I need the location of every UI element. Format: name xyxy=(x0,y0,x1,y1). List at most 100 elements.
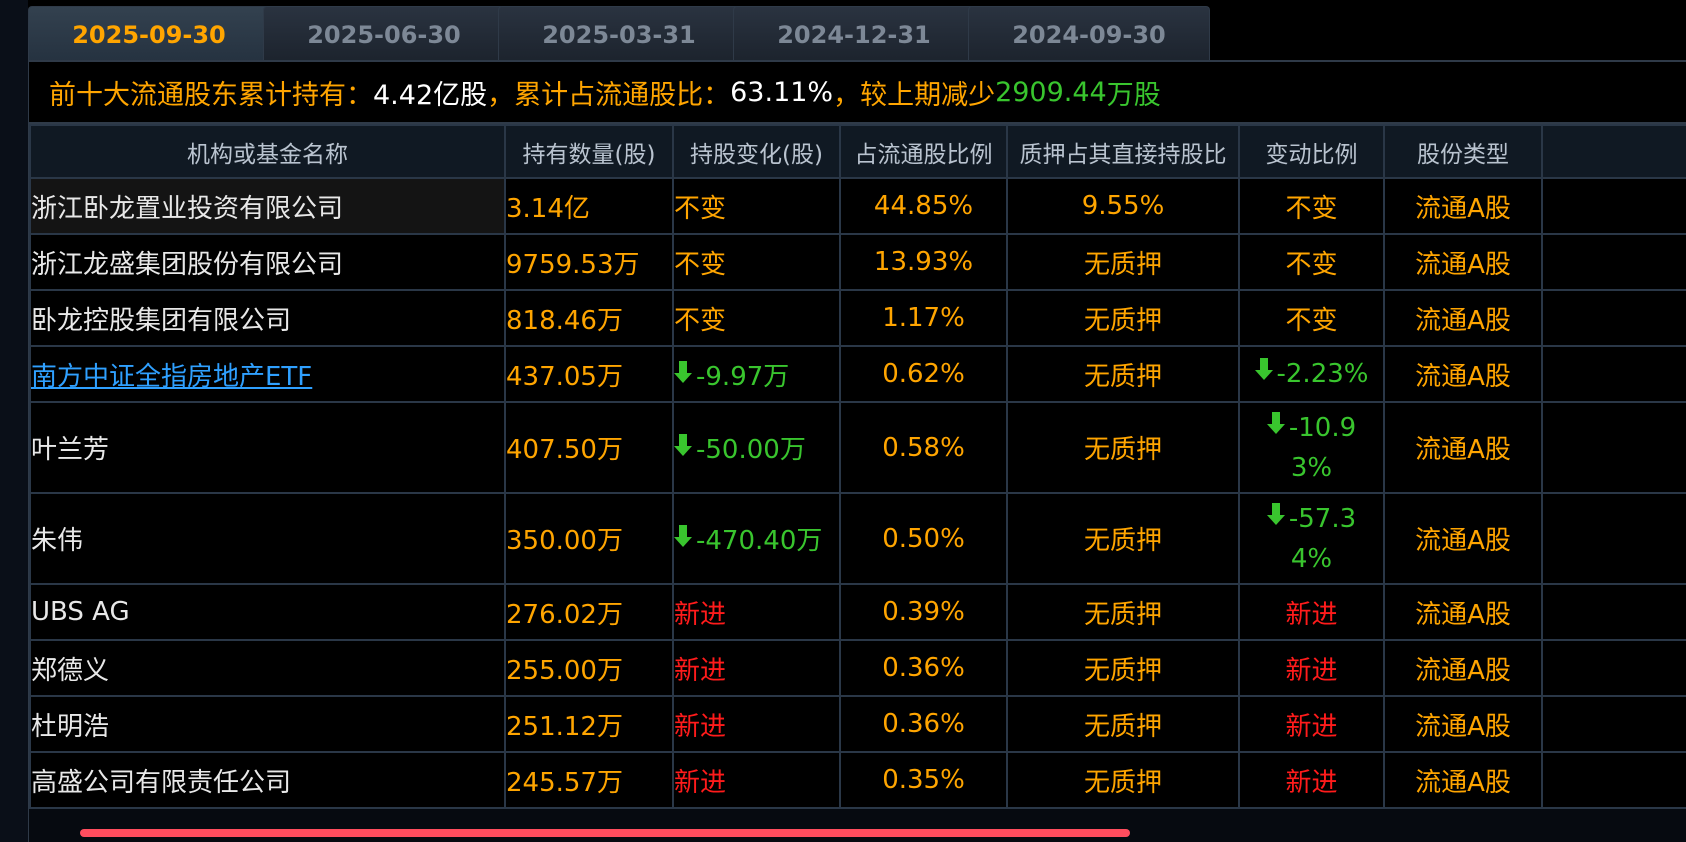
share-type-cell: 流通A股 xyxy=(1383,345,1543,403)
pledge-value: 无质押 xyxy=(1083,599,1162,630)
summary-change-label: ，较上期减少 xyxy=(833,79,996,111)
down-arrow-icon xyxy=(675,525,692,547)
change-value: -9.97万 xyxy=(696,361,790,392)
table-row[interactable]: 叶兰芳 407.50万 -50.00万 0.58% 无质押 -10.93% 流通A股 xyxy=(29,401,1686,494)
share-type-cell: 流通A股 xyxy=(1383,401,1543,494)
shares-value: 245.57万 xyxy=(506,767,623,798)
tab-2025-03-31[interactable]: 2025-03-31 xyxy=(498,6,740,62)
shares-value: 255.00万 xyxy=(506,655,623,686)
ratio-cell: 0.36% xyxy=(839,695,1008,753)
ratio-value: 0.35% xyxy=(882,765,965,795)
tab-2024-09-30[interactable]: 2024-09-30 xyxy=(968,6,1210,62)
share-type-value: 流通A股 xyxy=(1415,526,1511,556)
change-cell: 新进 xyxy=(672,583,841,641)
pledge-value: 无质押 xyxy=(1083,249,1162,280)
table-row[interactable]: 朱伟 350.00万 -470.40万 0.50% 无质押 -57.34% 流通A股 xyxy=(29,492,1686,585)
down-arrow-icon xyxy=(1266,502,1285,525)
change-ratio-value: 新进 xyxy=(1285,711,1338,742)
table-row[interactable]: 浙江卧龙置业投资有限公司 3.14亿 不变 44.85% 9.55% 不变 流通A股 xyxy=(29,177,1686,235)
header-shares: 持有数量(股) xyxy=(504,124,674,179)
header-name: 机构或基金名称 xyxy=(29,124,506,179)
holders-summary: 前十大流通股东累计持有： 4.42亿股 ，累计占流通股比： 63.11% ，较上… xyxy=(29,62,1686,124)
ratio-cell: 0.50% xyxy=(839,492,1008,585)
overflow-cell xyxy=(1541,401,1686,494)
change-value: 不变 xyxy=(674,305,727,336)
tab-2025-06-30[interactable]: 2025-06-30 xyxy=(263,6,505,62)
change-ratio-cell: -57.34% xyxy=(1238,492,1385,585)
change-value: 不变 xyxy=(674,193,727,224)
table-row[interactable]: 浙江龙盛集团股份有限公司 9759.53万 不变 13.93% 无质押 不变 流通A股 xyxy=(29,233,1686,291)
holder-name: 浙江龙盛集团股份有限公司 xyxy=(31,249,344,280)
change-cell: 新进 xyxy=(672,751,841,809)
holder-name: UBS AG xyxy=(31,597,130,627)
share-type-cell: 流通A股 xyxy=(1383,639,1543,697)
pledge-cell: 无质押 xyxy=(1006,639,1240,697)
ratio-value: 0.36% xyxy=(882,653,965,683)
tab-2025-09-30[interactable]: 2025-09-30 xyxy=(28,6,270,62)
overflow-cell xyxy=(1541,583,1686,641)
change-cell: 不变 xyxy=(672,177,841,235)
header-change-ratio: 变动比例 xyxy=(1238,124,1385,179)
summary-change-unit: 万股 xyxy=(1106,79,1161,111)
ratio-cell: 0.62% xyxy=(839,345,1008,403)
share-type-cell: 流通A股 xyxy=(1383,695,1543,753)
down-arrow-icon xyxy=(1254,358,1273,380)
summary-total-shares: 4.42亿股 xyxy=(373,79,488,111)
ratio-cell: 44.85% xyxy=(839,177,1008,235)
header-pledge: 质押占其直接持股比 xyxy=(1006,124,1240,179)
change-ratio-cell: 不变 xyxy=(1238,289,1385,347)
holder-name-cell: 浙江龙盛集团股份有限公司 xyxy=(29,233,506,291)
pledge-value: 无质押 xyxy=(1083,711,1162,742)
ratio-cell: 0.58% xyxy=(839,401,1008,494)
pledge-value: 无质押 xyxy=(1083,655,1162,686)
holder-name-cell[interactable]: 南方中证全指房地产ETF xyxy=(29,345,506,403)
holder-name: 高盛公司有限责任公司 xyxy=(31,767,292,798)
pledge-cell: 无质押 xyxy=(1006,233,1240,291)
holder-name: 浙江卧龙置业投资有限公司 xyxy=(31,193,344,224)
ratio-value: 44.85% xyxy=(873,191,974,221)
change-value: -470.40万 xyxy=(696,526,823,556)
tab-2024-12-31[interactable]: 2024-12-31 xyxy=(733,6,975,62)
table-row[interactable]: 郑德义 255.00万 新进 0.36% 无质押 新进 流通A股 xyxy=(29,639,1686,697)
shares-cell: 276.02万 xyxy=(504,583,674,641)
pledge-value: 无质押 xyxy=(1083,526,1162,556)
ratio-value: 1.17% xyxy=(882,303,965,333)
share-type-value: 流通A股 xyxy=(1415,435,1511,465)
ratio-value: 13.93% xyxy=(873,247,974,277)
change-cell: -470.40万 xyxy=(672,492,841,585)
table-row[interactable]: UBS AG 276.02万 新进 0.39% 无质押 新进 流通A股 xyxy=(29,583,1686,641)
table-row[interactable]: 南方中证全指房地产ETF 437.05万 -9.97万 0.62% 无质押 -2.23% 流… xyxy=(29,345,1686,403)
ratio-cell: 0.36% xyxy=(839,639,1008,697)
change-ratio-value: -10.93% xyxy=(1288,412,1357,483)
down-arrow-icon xyxy=(675,360,692,383)
shares-value: 350.00万 xyxy=(506,526,623,556)
change-ratio-wrap: -10.93% xyxy=(1252,408,1372,488)
share-type-cell: 流通A股 xyxy=(1383,583,1543,641)
holder-name: 叶兰芳 xyxy=(31,435,110,465)
overflow-cell xyxy=(1541,751,1686,809)
holders-page: 2025-09-30 2025-06-30 2025-03-31 2024-12… xyxy=(0,0,1686,842)
share-type-value: 流通A股 xyxy=(1415,767,1511,798)
pledge-cell: 9.55% xyxy=(1006,177,1240,235)
holder-name-cell: 郑德义 xyxy=(29,639,506,697)
holders-table: 机构或基金名称 持有数量(股) 持股变化(股) 占流通股比例 质押占其直接持股比… xyxy=(29,124,1686,809)
pledge-cell: 无质押 xyxy=(1006,583,1240,641)
holder-name-cell: 高盛公司有限责任公司 xyxy=(29,751,506,809)
ratio-value: 0.50% xyxy=(882,523,965,554)
shares-cell: 437.05万 xyxy=(504,345,674,403)
shares-value: 407.50万 xyxy=(506,435,623,465)
table-row[interactable]: 杜明浩 251.12万 新进 0.36% 无质押 新进 流通A股 xyxy=(29,695,1686,753)
shares-cell: 255.00万 xyxy=(504,639,674,697)
ratio-cell: 1.17% xyxy=(839,289,1008,347)
horizontal-scrollbar[interactable] xyxy=(80,829,1130,837)
shares-cell: 350.00万 xyxy=(504,492,674,585)
table-row[interactable]: 卧龙控股集团有限公司 818.46万 不变 1.17% 无质押 不变 流通A股 xyxy=(29,289,1686,347)
holder-name-link[interactable]: 南方中证全指房地产ETF xyxy=(32,362,312,392)
pledge-cell: 无质押 xyxy=(1006,751,1240,809)
overflow-cell xyxy=(1541,492,1686,585)
change-ratio-cell: 不变 xyxy=(1238,233,1385,291)
share-type-value: 流通A股 xyxy=(1415,305,1511,336)
share-type-value: 流通A股 xyxy=(1415,193,1511,224)
change-value: 新进 xyxy=(674,599,727,630)
table-row[interactable]: 高盛公司有限责任公司 245.57万 新进 0.35% 无质押 新进 流通A股 xyxy=(29,751,1686,809)
